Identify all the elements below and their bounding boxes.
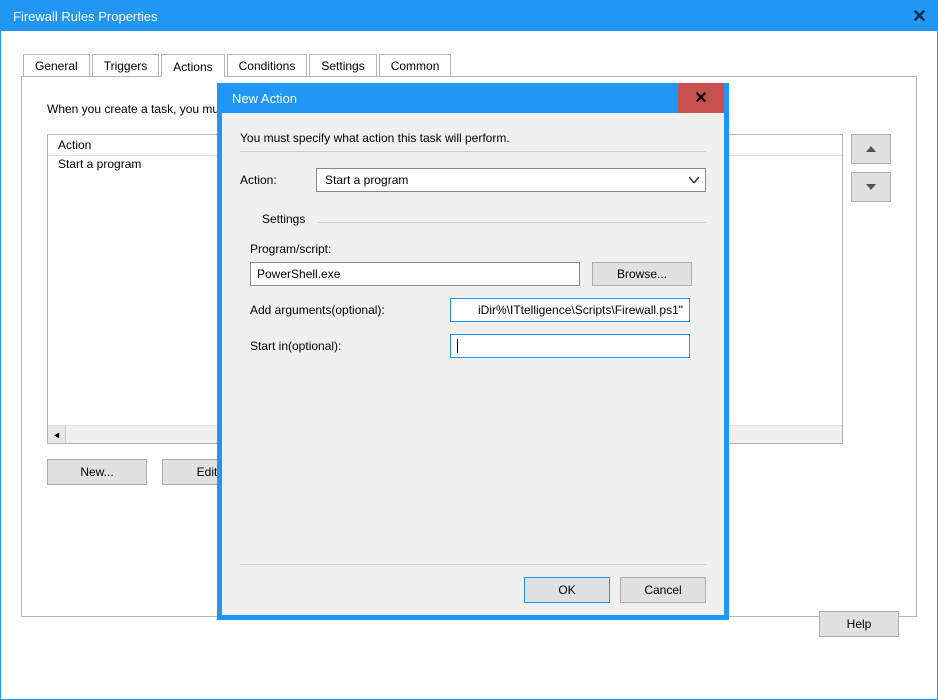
new-action-dialog: New Action ✕ You must specify what actio… (217, 83, 729, 620)
action-select-value: Start a program (325, 173, 408, 187)
tab-conditions[interactable]: Conditions (227, 54, 308, 76)
program-group: Program/script: Browse... (240, 242, 706, 286)
arguments-group: Add arguments(optional): (240, 298, 706, 322)
tabs-row: General Triggers Actions Conditions Sett… (21, 49, 917, 77)
startin-input[interactable] (450, 334, 690, 358)
move-down-button[interactable] (851, 172, 891, 202)
fieldset-divider (318, 222, 706, 223)
tab-triggers[interactable]: Triggers (92, 54, 160, 76)
move-up-button[interactable] (851, 134, 891, 164)
tab-actions[interactable]: Actions (161, 54, 224, 77)
chevron-down-icon (866, 184, 876, 190)
text-caret (457, 339, 458, 353)
modal-instruction: You must specify what action this task w… (240, 131, 706, 145)
outer-titlebar: Firewall Rules Properties ✕ (1, 1, 937, 31)
cancel-button[interactable]: Cancel (620, 577, 706, 603)
tab-general[interactable]: General (23, 54, 90, 76)
tab-common[interactable]: Common (379, 54, 452, 76)
close-icon: ✕ (694, 88, 707, 108)
help-button[interactable]: Help (819, 611, 899, 637)
new-button[interactable]: New... (47, 459, 147, 485)
action-select[interactable]: Start a program (316, 168, 706, 192)
divider (240, 564, 706, 565)
program-label: Program/script: (250, 242, 706, 256)
modal-body: You must specify what action this task w… (222, 113, 724, 615)
chevron-down-icon (689, 177, 699, 183)
close-icon[interactable]: ✕ (887, 6, 927, 27)
modal-close-button[interactable]: ✕ (678, 83, 724, 113)
arguments-input[interactable] (450, 298, 690, 322)
modal-title: New Action (232, 91, 297, 106)
divider (240, 151, 706, 152)
ok-button[interactable]: OK (524, 577, 610, 603)
startin-group: Start in(optional): (240, 334, 706, 358)
modal-footer: OK Cancel (240, 577, 706, 603)
outer-title: Firewall Rules Properties (13, 9, 158, 24)
settings-fieldset: Settings Program/script: Browse... Add a… (240, 208, 706, 548)
browse-button[interactable]: Browse... (592, 262, 692, 286)
action-row: Action: Start a program (240, 168, 706, 192)
reorder-buttons (851, 134, 891, 444)
settings-legend: Settings (262, 212, 305, 226)
chevron-up-icon (866, 146, 876, 152)
tab-settings[interactable]: Settings (309, 54, 376, 76)
startin-label: Start in(optional): (250, 339, 436, 353)
program-input[interactable] (250, 262, 580, 286)
modal-titlebar[interactable]: New Action ✕ (222, 83, 724, 113)
scroll-left-button[interactable]: ◄ (48, 426, 66, 443)
action-label: Action: (240, 173, 306, 187)
arguments-label: Add arguments(optional): (250, 303, 436, 317)
